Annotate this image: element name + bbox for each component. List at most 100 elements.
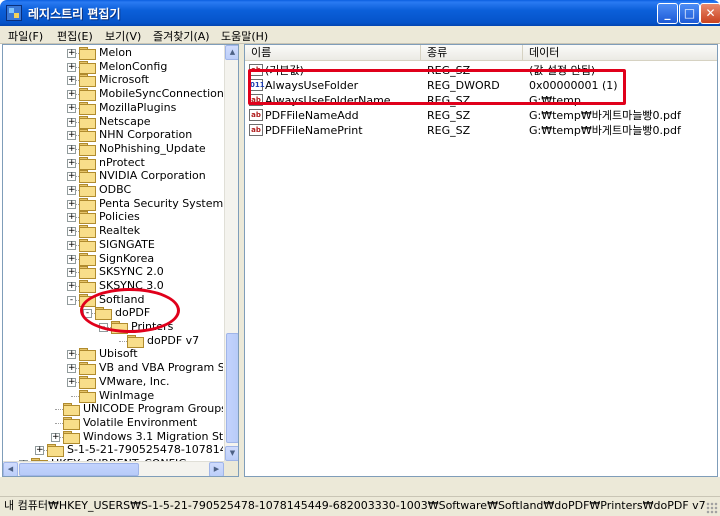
scroll-left-arrow-icon[interactable]: ◀ bbox=[3, 462, 18, 476]
folder-icon bbox=[79, 348, 96, 361]
tree-item-label: Policies bbox=[99, 210, 140, 223]
tree-connector-line bbox=[55, 409, 63, 410]
menu-view[interactable]: 보기(V) bbox=[105, 28, 141, 44]
column-data-header[interactable]: 데이터 bbox=[523, 45, 717, 61]
tree-item-label: Penta Security Systems bbox=[99, 197, 223, 210]
folder-icon bbox=[79, 47, 96, 60]
expand-icon[interactable]: + bbox=[67, 378, 76, 387]
expand-icon[interactable]: + bbox=[67, 213, 76, 222]
expand-icon[interactable]: + bbox=[67, 159, 76, 168]
expand-icon[interactable]: + bbox=[67, 49, 76, 58]
expand-icon[interactable]: + bbox=[67, 104, 76, 113]
tree-item[interactable]: + VB and VBA Program Se bbox=[3, 361, 223, 375]
expand-icon[interactable]: + bbox=[67, 118, 76, 127]
tree-item[interactable]: + SKSYNC 2.0 bbox=[3, 265, 223, 279]
menu-file[interactable]: 파일(F) bbox=[8, 28, 43, 44]
folder-icon bbox=[79, 157, 96, 170]
values-list[interactable]: 이름 종류 데이터 ab (기본값) REG_SZ (값 설정 안됨) 011 Alway… bbox=[244, 44, 718, 477]
close-button[interactable]: ✕ bbox=[700, 3, 720, 24]
value-data: G:₩temp₩바게트마늘빵0.pdf bbox=[529, 109, 681, 122]
tree-item[interactable]: doPDF v7 bbox=[3, 334, 223, 348]
expand-icon[interactable]: + bbox=[67, 268, 76, 277]
menu-favorites[interactable]: 즐겨찾기(A) bbox=[153, 28, 210, 44]
tree-vscroll-thumb[interactable] bbox=[226, 333, 238, 443]
menu-edit[interactable]: 편집(E) bbox=[57, 28, 93, 44]
tree-item[interactable]: + SignKorea bbox=[3, 252, 223, 266]
tree-item[interactable]: + Ubisoft bbox=[3, 347, 223, 361]
folder-icon bbox=[79, 61, 96, 74]
tree-item[interactable]: + MelonConfig bbox=[3, 60, 223, 74]
tree-item-label: MozillaPlugins bbox=[99, 101, 177, 114]
tree-item[interactable]: + MozillaPlugins bbox=[3, 101, 223, 115]
folder-icon bbox=[63, 417, 80, 430]
tree-hscroll-thumb[interactable] bbox=[19, 463, 139, 476]
registry-value-row[interactable]: ab PDFFileNameAdd REG_SZ G:₩temp₩바게트마늘빵0.pd… bbox=[245, 108, 717, 123]
expand-icon[interactable]: + bbox=[67, 145, 76, 154]
registry-tree[interactable]: + Melon + MelonConfig + Microsoft + MobileSyncC… bbox=[2, 44, 239, 477]
tree-connector-line bbox=[119, 341, 127, 342]
tree-horizontal-scrollbar[interactable]: ◀ ▶ bbox=[3, 461, 224, 476]
minimize-button[interactable]: _ bbox=[657, 3, 678, 24]
tree-item-label: NVIDIA Corporation bbox=[99, 169, 206, 182]
expand-icon[interactable]: + bbox=[67, 172, 76, 181]
collapse-icon[interactable]: - bbox=[67, 296, 76, 305]
tree-item[interactable]: + Penta Security Systems bbox=[3, 197, 223, 211]
expand-icon[interactable]: + bbox=[67, 63, 76, 72]
expand-icon[interactable]: + bbox=[67, 200, 76, 209]
scroll-down-arrow-icon[interactable]: ▼ bbox=[225, 446, 238, 461]
title-bar: 레지스트리 편집기 _ □ ✕ bbox=[0, 0, 720, 26]
tree-item[interactable]: + NVIDIA Corporation bbox=[3, 169, 223, 183]
expand-icon[interactable]: + bbox=[67, 90, 76, 99]
tree-item[interactable]: + nProtect bbox=[3, 156, 223, 170]
tree-item[interactable]: WinImage bbox=[3, 389, 223, 403]
column-name-header[interactable]: 이름 bbox=[245, 45, 421, 61]
tree-item[interactable]: + S-1-5-21-790525478-1078145449 bbox=[3, 443, 223, 457]
scroll-right-arrow-icon[interactable]: ▶ bbox=[209, 462, 224, 476]
folder-icon bbox=[79, 143, 96, 156]
tree-item-label: VB and VBA Program Se bbox=[99, 361, 223, 374]
expand-icon[interactable]: + bbox=[67, 131, 76, 140]
expand-icon[interactable]: + bbox=[67, 350, 76, 359]
tree-item[interactable]: + NoPhishing_Update bbox=[3, 142, 223, 156]
tree-item[interactable]: + Microsoft bbox=[3, 73, 223, 87]
expand-icon[interactable]: + bbox=[67, 255, 76, 264]
expand-icon[interactable]: + bbox=[67, 227, 76, 236]
tree-content: + Melon + MelonConfig + Microsoft + MobileSyncC… bbox=[3, 45, 223, 461]
expand-icon[interactable]: + bbox=[67, 186, 76, 195]
scroll-up-arrow-icon[interactable]: ▲ bbox=[225, 45, 238, 60]
folder-icon bbox=[127, 335, 144, 348]
tree-item[interactable]: + Netscape bbox=[3, 115, 223, 129]
expand-icon[interactable]: + bbox=[67, 241, 76, 250]
tree-item[interactable]: UNICODE Program Groups bbox=[3, 402, 223, 416]
registry-value-row[interactable]: ab PDFFileNamePrint REG_SZ G:₩temp₩바게트마늘빵0.… bbox=[245, 123, 717, 138]
tree-item[interactable]: + SIGNGATE bbox=[3, 238, 223, 252]
expand-icon[interactable]: + bbox=[35, 446, 44, 455]
folder-icon bbox=[79, 239, 96, 252]
tree-item[interactable]: + MobileSyncConnectionI bbox=[3, 87, 223, 101]
tree-vertical-scrollbar[interactable]: ▲ ▼ bbox=[224, 45, 238, 461]
tree-item-label: MelonConfig bbox=[99, 60, 168, 73]
string-value-icon: ab bbox=[249, 124, 263, 136]
expand-icon[interactable]: + bbox=[67, 282, 76, 291]
tree-item-label: Volatile Environment bbox=[83, 416, 198, 429]
scroll-corner bbox=[224, 461, 238, 476]
resize-grip-icon[interactable] bbox=[706, 502, 718, 514]
tree-item[interactable]: + Melon bbox=[3, 46, 223, 60]
column-type-header[interactable]: 종류 bbox=[421, 45, 523, 61]
tree-item[interactable]: + ODBC bbox=[3, 183, 223, 197]
list-header: 이름 종류 데이터 bbox=[245, 45, 717, 61]
tree-item[interactable]: Volatile Environment bbox=[3, 416, 223, 430]
tree-item[interactable]: + NHN Corporation bbox=[3, 128, 223, 142]
maximize-button[interactable]: □ bbox=[679, 3, 700, 24]
tree-connector-line bbox=[55, 423, 63, 424]
tree-item-label: nProtect bbox=[99, 156, 145, 169]
tree-item[interactable]: + Windows 3.1 Migration Statu bbox=[3, 430, 223, 444]
menu-help[interactable]: 도움말(H) bbox=[221, 28, 268, 44]
expand-icon[interactable]: + bbox=[51, 433, 60, 442]
tree-item[interactable]: + VMware, Inc. bbox=[3, 375, 223, 389]
tree-item[interactable]: + Realtek bbox=[3, 224, 223, 238]
expand-icon[interactable]: + bbox=[67, 364, 76, 373]
expand-icon[interactable]: + bbox=[67, 76, 76, 85]
tree-item-label: Windows 3.1 Migration Statu bbox=[83, 430, 223, 443]
tree-item[interactable]: + Policies bbox=[3, 210, 223, 224]
